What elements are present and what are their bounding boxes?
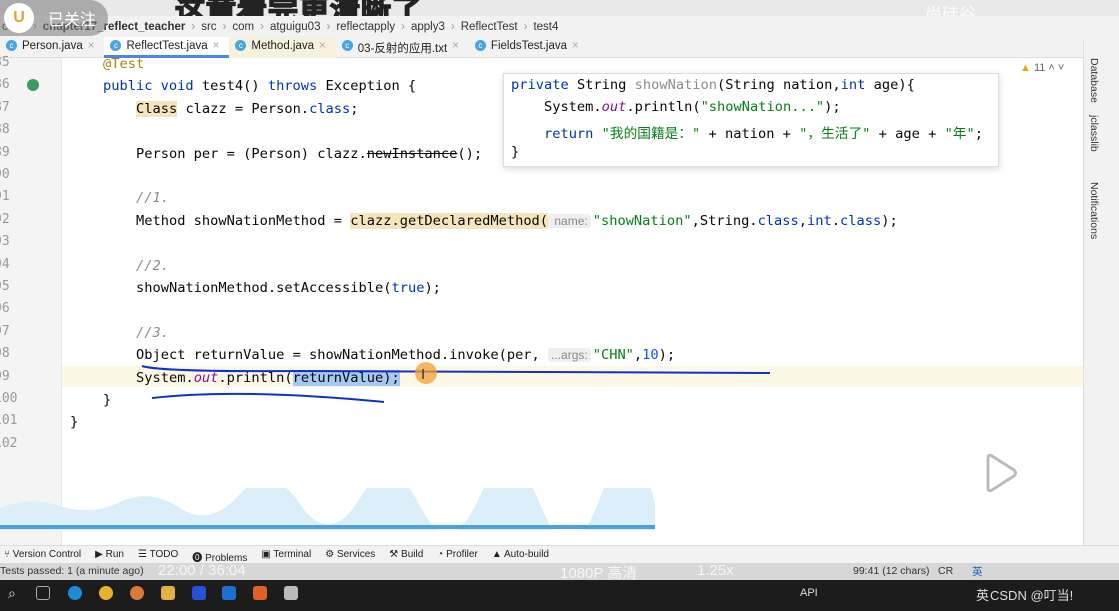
tool-window-terminal[interactable]: ▣ Terminal [261, 549, 311, 563]
popup-code-line: } [511, 144, 519, 160]
tool-label: Version Control [12, 549, 82, 560]
video-speed[interactable]: 1.25x [697, 562, 734, 579]
tool-window-auto-build[interactable]: ▲ Auto-build [492, 549, 549, 563]
text-cursor-icon: I [421, 366, 425, 383]
ime-indicator[interactable]: 英 [972, 564, 983, 579]
video-time: 22:00 / 36:04 [158, 562, 246, 579]
code-token: "年" [944, 125, 975, 142]
code-token: + age + [870, 125, 945, 142]
code-token: age){ [865, 77, 915, 93]
pen-stroke [151, 392, 385, 403]
right-tool-sidebar: Database jclasslib Notifications [1083, 40, 1119, 545]
task-view-icon[interactable] [36, 586, 50, 600]
tool-label: Profiler [446, 549, 478, 560]
tool-window-build[interactable]: ⚒ Build [389, 549, 423, 563]
tool-icon: ☰ [138, 549, 147, 560]
code-token: private [511, 77, 577, 93]
tool-window-profiler[interactable]: ◔ Profiler [437, 549, 478, 563]
tool-label: Run [105, 549, 124, 560]
tool-label: TODO [149, 549, 179, 560]
taskbar: ⌕ API 英 CSDN @叮当! [0, 580, 1119, 611]
tool-window-problems[interactable]: ⓿ Problems [192, 549, 247, 564]
line-separator[interactable]: CR [938, 565, 953, 577]
browser-icon[interactable] [130, 586, 144, 600]
caret-position[interactable]: 99:41 (12 chars) [853, 565, 929, 577]
code-token: System. [511, 99, 602, 116]
quick-definition-popup: private String showNation(String nation,… [503, 73, 999, 167]
play-icon [986, 453, 1017, 493]
code-token: ; [974, 125, 983, 142]
code-token: "showNation..." [700, 99, 825, 116]
code-token: "我的国籍是：" [601, 125, 701, 142]
status-bar: Tests passed: 1 (a minute ago) 22:00 / 3… [0, 562, 1119, 582]
tool-label: Services [336, 549, 376, 560]
run-test-icon[interactable] [27, 79, 39, 91]
tool-icon: ⑂ [4, 549, 10, 560]
code-token: out [601, 99, 627, 116]
tray-ime[interactable]: 英 [976, 585, 989, 604]
tool-window-bar: ⑂ Version Control ▶ Run ☰ TODO ⓿ Problems ▣ … [0, 545, 1119, 564]
tool-icon: ⚙ [325, 549, 335, 560]
tool-icon: ⚒ [389, 549, 399, 560]
pen-stroke [141, 365, 771, 374]
tool-label: Terminal [273, 549, 312, 560]
warning-icon: ▲ [1020, 62, 1031, 74]
intellij-icon[interactable] [192, 586, 206, 600]
notes-icon[interactable] [284, 586, 298, 600]
popup-code-line: private String showNation(String nation,… [511, 77, 915, 93]
app-icon[interactable] [253, 586, 267, 600]
code-token: "，生活了" [799, 125, 871, 142]
code-token: return [543, 125, 602, 142]
tool-icon: ▣ [261, 549, 271, 560]
warning-count: 11 [1033, 62, 1046, 74]
code-token: .println( [626, 99, 701, 116]
chrome-icon[interactable] [99, 586, 113, 600]
tool-window-version-control[interactable]: ⑂ Version Control [4, 549, 81, 563]
status-message: Tests passed: 1 (a minute ago) [0, 565, 144, 577]
video-progress-bar[interactable] [0, 525, 655, 529]
cursor-highlight [415, 362, 437, 384]
inspection-widget[interactable]: ▲ 11 ˄ ˅ [1020, 62, 1064, 74]
code-token: + nation + [700, 125, 800, 142]
tool-icon: ▶ [95, 549, 103, 560]
code-token: String [576, 77, 635, 93]
tool-icon: ◔ [437, 549, 444, 560]
app-p-icon[interactable] [222, 586, 236, 600]
notifications-tab[interactable]: Notifications [1088, 182, 1100, 239]
tool-label: Auto-build [503, 549, 549, 560]
code-token: int [840, 77, 866, 93]
folder-icon[interactable] [161, 586, 175, 600]
tool-window-services[interactable]: ⚙ Services [325, 549, 375, 563]
tool-window-todo[interactable]: ☰ TODO [138, 549, 178, 563]
code-token: showNation [634, 77, 718, 93]
popup-code-line: System.out.println("showNation..."); [511, 99, 841, 115]
edge-icon[interactable] [68, 586, 82, 600]
code-token: ); [824, 99, 841, 116]
tool-label: Build [401, 549, 424, 560]
code-token: (String nation, [717, 77, 841, 93]
tool-window-run[interactable]: ▶ Run [95, 549, 124, 563]
search-icon[interactable]: ⌕ [8, 585, 16, 602]
database-tab[interactable]: Database [1088, 58, 1100, 103]
play-button[interactable] [960, 440, 1042, 506]
tray-api[interactable]: API [800, 587, 818, 599]
csdn-watermark: CSDN @叮当! [990, 588, 1074, 603]
danmaku-heatmap [0, 488, 655, 530]
code-token: } [511, 144, 520, 161]
jclasslib-tab[interactable]: jclasslib [1088, 115, 1100, 152]
tool-icon: ▲ [491, 549, 502, 560]
popup-code-line: return "我的国籍是：" + nation + "，生活了" + age … [511, 122, 983, 142]
